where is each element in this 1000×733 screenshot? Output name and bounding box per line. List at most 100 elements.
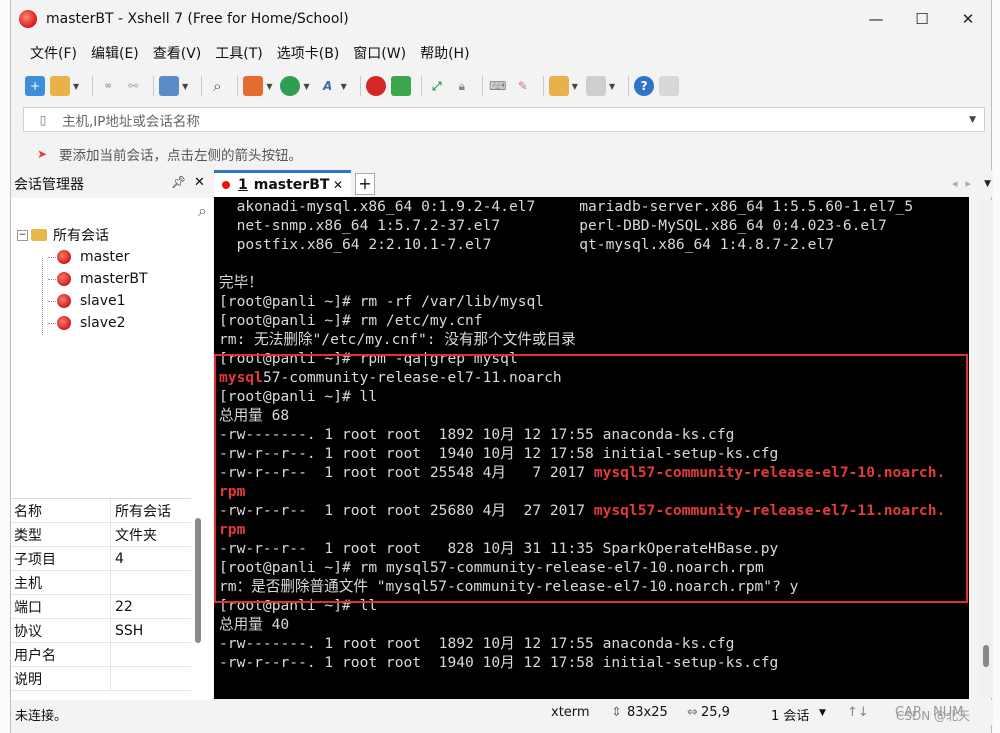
layout-icon[interactable] bbox=[585, 76, 606, 96]
globe-icon[interactable] bbox=[280, 76, 301, 96]
session-search[interactable]: ⌕ bbox=[11, 198, 213, 224]
lock-icon[interactable]: 🔒︎ bbox=[452, 76, 472, 96]
menu-edit[interactable]: 编辑(E) bbox=[86, 43, 144, 63]
scrollbar-thumb[interactable] bbox=[983, 645, 989, 667]
reconnect-icon[interactable]: ⚭ bbox=[98, 76, 118, 96]
compose-icon[interactable]: ✎ bbox=[513, 76, 533, 96]
new-session-icon[interactable]: + bbox=[25, 76, 45, 96]
scroll-arrows-icon[interactable]: ↑↓ bbox=[847, 705, 869, 720]
session-count: 1 会话 bbox=[771, 709, 810, 724]
pin-icon[interactable]: 📌︎ bbox=[171, 175, 186, 189]
title-bar[interactable]: masterBT - Xshell 7 (Free for Home/Schoo… bbox=[11, 0, 991, 38]
tab-scroll-arrows-icon[interactable]: ◂▸ bbox=[952, 177, 979, 190]
session-label: masterBT bbox=[80, 271, 148, 287]
tab-close-icon[interactable]: ✕ bbox=[333, 178, 343, 192]
session-item-slave1[interactable]: slave1 bbox=[17, 290, 213, 312]
session-dropdown-icon[interactable]: ▼ bbox=[819, 708, 826, 718]
session-label: master bbox=[80, 249, 130, 265]
hint-bar: ➤ 要添加当前会话，点击左侧的箭头按钮。 bbox=[23, 142, 302, 166]
property-row: 名称 所有会话 bbox=[11, 499, 191, 523]
menu-view[interactable]: 查看(V) bbox=[148, 43, 207, 63]
toolbar-separator bbox=[628, 76, 630, 96]
xftp-icon[interactable] bbox=[390, 76, 411, 96]
disconnect-icon[interactable]: ⚯ bbox=[123, 76, 143, 96]
menu-help[interactable]: 帮助(H) bbox=[415, 43, 474, 63]
toolbar-separator bbox=[420, 76, 422, 96]
address-bar[interactable]: ▯ 主机,IP地址或会话名称 ▼ bbox=[23, 107, 985, 132]
property-row: 端口 22 bbox=[11, 595, 191, 619]
find-icon[interactable]: ⌕ bbox=[207, 76, 227, 96]
hint-text: 要添加当前会话，点击左侧的箭头按钮。 bbox=[59, 148, 302, 164]
address-dropdown-icon[interactable]: ▼ bbox=[969, 115, 976, 125]
font-icon[interactable]: A bbox=[318, 76, 338, 96]
property-key: 类型 bbox=[11, 523, 111, 546]
terminal[interactable]: akonadi-mysql.x86_64 0:1.9.2-4.el7 maria… bbox=[214, 197, 969, 699]
terminal-scrollbar[interactable] bbox=[979, 200, 993, 698]
maximize-button[interactable]: ☐ bbox=[899, 0, 945, 38]
address-input[interactable]: 主机,IP地址或会话名称 bbox=[62, 110, 969, 130]
transfer-icon[interactable] bbox=[243, 76, 264, 96]
fullscreen-icon[interactable]: ⤢ bbox=[427, 76, 447, 96]
properties-scrollbar[interactable] bbox=[195, 518, 201, 643]
folder-dropdown-icon[interactable]: ▼ bbox=[572, 82, 578, 91]
session-icon bbox=[57, 272, 71, 286]
properties-table: 名称 所有会话 类型 文件夹 子项目 4 主机 端口 22 协议 SSH 用户名 说明 bbox=[11, 498, 191, 691]
close-button[interactable]: ✕ bbox=[945, 0, 991, 38]
terminal-text: net-snmp.x86_64 1:5.7.2-37.el7 perl-DBD-… bbox=[219, 217, 887, 234]
collapse-icon[interactable]: − bbox=[17, 229, 28, 241]
keyboard-icon[interactable]: ⌨ bbox=[488, 76, 508, 96]
terminal-text: -rw-------. 1 root root 1892 10月 12 17:5… bbox=[219, 426, 735, 443]
terminal-line: [root@panli ~]# ll bbox=[214, 596, 969, 615]
terminal-line: -rw-r--r-- 1 root root 25680 4月 27 2017 … bbox=[214, 501, 969, 520]
terminal-type: xterm bbox=[551, 705, 590, 720]
terminal-text: [root@panli ~]# ll bbox=[219, 597, 378, 614]
open-folder-icon[interactable] bbox=[50, 76, 70, 96]
background-right bbox=[992, 0, 1000, 733]
menu-tabs[interactable]: 选项卡(B) bbox=[272, 43, 345, 63]
session-icon bbox=[57, 250, 71, 264]
menu-file[interactable]: 文件(F) bbox=[25, 43, 82, 63]
property-key: 名称 bbox=[11, 499, 111, 522]
session-item-slave2[interactable]: slave2 bbox=[17, 312, 213, 334]
tree-root[interactable]: − 所有会话 bbox=[17, 224, 213, 246]
terminal-line: -rw-------. 1 root root 1892 10月 12 17:5… bbox=[214, 634, 969, 653]
xshell-icon[interactable] bbox=[365, 76, 386, 96]
tab-masterbt[interactable]: 1 masterBT ✕ bbox=[214, 170, 351, 197]
session-manager-panel: 会话管理器 📌︎ ✕ ⌕ − 所有会话 master masterBT slav… bbox=[11, 170, 213, 700]
transfer-dropdown-icon[interactable]: ▼ bbox=[266, 82, 272, 91]
help-icon[interactable]: ? bbox=[634, 76, 655, 96]
session-item-master[interactable]: master bbox=[17, 246, 213, 268]
menu-window[interactable]: 窗口(W) bbox=[348, 43, 411, 63]
terminal-line: [root@panli ~]# rpm -qa|grep mysql bbox=[214, 349, 969, 368]
background-left bbox=[0, 0, 10, 733]
arrow-bookmark-icon[interactable]: ➤ bbox=[37, 147, 51, 161]
terminal-text: rpm bbox=[219, 483, 246, 500]
session-icon bbox=[57, 316, 71, 330]
add-tab-button[interactable]: + bbox=[355, 172, 375, 195]
properties-icon[interactable] bbox=[159, 76, 180, 96]
terminal-line: rpm bbox=[214, 520, 969, 539]
new-folder-icon[interactable] bbox=[548, 76, 569, 96]
terminal-line: 总用量 40 bbox=[214, 615, 969, 634]
property-row: 用户名 bbox=[11, 643, 191, 667]
terminal-text: [root@panli ~]# ll bbox=[219, 388, 378, 405]
xshell-window: masterBT - Xshell 7 (Free for Home/Schoo… bbox=[10, 0, 993, 733]
session-item-masterbt[interactable]: masterBT bbox=[17, 268, 213, 290]
property-key: 用户名 bbox=[11, 643, 111, 666]
font-dropdown-icon[interactable]: ▼ bbox=[341, 82, 347, 91]
menu-tools[interactable]: 工具(T) bbox=[210, 43, 267, 63]
globe-dropdown-icon[interactable]: ▼ bbox=[303, 82, 309, 91]
chat-icon[interactable] bbox=[659, 76, 680, 96]
terminal-line: [root@panli ~]# ll bbox=[214, 387, 969, 406]
layout-dropdown-icon[interactable]: ▼ bbox=[609, 82, 615, 91]
open-dropdown-icon[interactable]: ▼ bbox=[73, 82, 79, 91]
properties-dropdown-icon[interactable]: ▼ bbox=[182, 82, 188, 91]
terminal-line: [root@panli ~]# rm mysql57-community-rel… bbox=[214, 558, 969, 577]
panel-close-icon[interactable]: ✕ bbox=[194, 175, 205, 190]
status-bar: 未连接。 xterm ⇕ 83x25 ⇔ 25,9 1 会话 ▼ ↑↓ CAP … bbox=[11, 700, 993, 725]
tab-menu-icon[interactable]: ▼ bbox=[984, 179, 991, 189]
minimize-button[interactable]: — bbox=[853, 0, 899, 38]
search-icon[interactable]: ⌕ bbox=[198, 201, 207, 221]
terminal-line: [root@panli ~]# rm -rf /var/lib/mysql bbox=[214, 292, 969, 311]
terminal-line: net-snmp.x86_64 1:5.7.2-37.el7 perl-DBD-… bbox=[214, 216, 969, 235]
